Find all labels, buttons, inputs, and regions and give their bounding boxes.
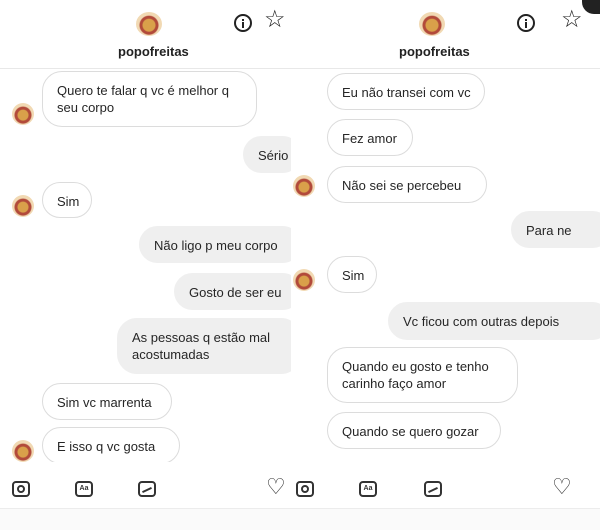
sticker-icon[interactable]: Aa	[359, 481, 377, 497]
sender-avatar	[12, 103, 34, 125]
message-bubble: Não ligo p meu corpo	[139, 226, 291, 263]
username[interactable]: popofreitas	[118, 44, 189, 59]
username[interactable]: popofreitas	[399, 44, 470, 59]
sticker-icon[interactable]: Aa	[75, 481, 93, 497]
camera-icon[interactable]	[12, 481, 30, 497]
message-bubble: Quero te falar q vc é melhor q seu corpo	[42, 71, 257, 127]
message-bubble: Eu não transei com vc	[327, 73, 485, 110]
sender-avatar	[12, 195, 34, 217]
message-bubble: Vc ficou com outras depois	[388, 302, 600, 340]
sender-avatar	[293, 175, 315, 197]
message-bubble: E isso q vc gosta	[42, 427, 180, 464]
profile-avatar[interactable]	[419, 12, 445, 36]
gallery-icon[interactable]	[138, 481, 156, 497]
heart-icon[interactable]: ♡	[552, 476, 572, 498]
message-bubble: As pessoas q estão mal acostumadas	[117, 318, 291, 374]
profile-avatar[interactable]	[136, 12, 162, 36]
message-bubble: Sim vc marrenta	[42, 383, 172, 420]
sender-avatar	[293, 269, 315, 291]
sender-avatar	[12, 440, 34, 462]
right-chat-panel: popofreitas ☆ Eu não transei com vc Fez …	[291, 0, 600, 530]
info-icon[interactable]	[234, 14, 252, 32]
camera-icon[interactable]	[296, 481, 314, 497]
star-icon[interactable]: ☆	[561, 8, 583, 32]
message-bubble: Sim	[327, 256, 377, 293]
chat-header: popofreitas ☆	[291, 0, 600, 69]
star-icon[interactable]: ☆	[264, 8, 286, 32]
left-chat-panel: popofreitas ☆ Quero te falar q vc é melh…	[0, 0, 291, 530]
message-bubble: Gosto de ser eu	[174, 273, 291, 310]
message-bubble: Sério	[243, 136, 291, 173]
bottom-divider	[291, 508, 600, 530]
message-bubble: Sim	[42, 182, 92, 218]
message-bubble: Quando se quero gozar	[327, 412, 501, 449]
bottom-divider	[0, 508, 291, 530]
heart-icon[interactable]: ♡	[266, 476, 286, 498]
message-bubble: Quando eu gosto e tenho carinho faço amo…	[327, 347, 518, 403]
info-icon[interactable]	[517, 14, 535, 32]
message-bubble: Para ne	[511, 211, 600, 248]
message-bubble: Não sei se percebeu	[327, 166, 487, 203]
message-bubble: Fez amor	[327, 119, 413, 156]
gallery-icon[interactable]	[424, 481, 442, 497]
chat-header: popofreitas ☆	[0, 0, 291, 69]
